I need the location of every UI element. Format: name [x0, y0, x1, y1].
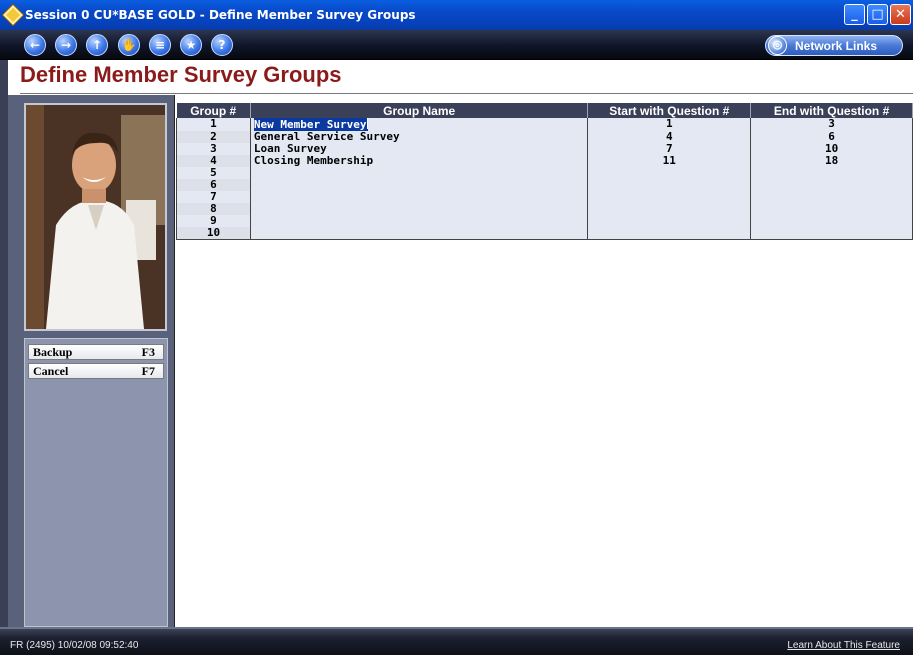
- col-header-group-name: Group Name: [250, 103, 589, 118]
- group-number: 10: [176, 227, 251, 240]
- session-status: FR (2495) 10/02/08 09:52:40: [10, 640, 139, 651]
- table-row: 10: [176, 227, 913, 240]
- cancel-key: F7: [141, 363, 155, 378]
- forward-arrow-icon[interactable]: →: [55, 34, 77, 56]
- backup-label: Backup: [33, 344, 73, 359]
- network-links-button[interactable]: ◎ Network Links: [765, 35, 903, 56]
- start-question-field[interactable]: [587, 179, 752, 191]
- start-question-field[interactable]: [587, 191, 752, 203]
- minimize-button[interactable]: _: [844, 4, 865, 25]
- stop-hand-icon[interactable]: ✋: [118, 34, 140, 56]
- person-photo: [24, 103, 167, 331]
- globe-icon: ◎: [768, 36, 787, 55]
- col-header-end-question: End with Question #: [750, 103, 913, 118]
- window-left-edge: [0, 60, 8, 655]
- table-row: 4 Closing Membership 11 18: [176, 155, 913, 167]
- group-name-field[interactable]: Closing Membership: [250, 155, 589, 167]
- end-question-field[interactable]: [750, 227, 913, 240]
- start-question-field[interactable]: 11: [587, 155, 752, 167]
- table-row: 6: [176, 179, 913, 191]
- end-question-field[interactable]: [750, 215, 913, 227]
- group-name-field[interactable]: [250, 167, 589, 179]
- end-question-field[interactable]: 18: [750, 155, 913, 167]
- help-icon[interactable]: ?: [211, 34, 233, 56]
- start-question-field[interactable]: [587, 167, 752, 179]
- group-name-field[interactable]: [250, 227, 589, 240]
- survey-groups-table: Group # Group Name Start with Question #…: [176, 103, 913, 240]
- cancel-label: Cancel: [33, 363, 69, 378]
- col-header-group: Group #: [176, 103, 251, 118]
- back-arrow-icon[interactable]: ←: [24, 34, 46, 56]
- toolbar: ← → ↑ ✋ ≡ ★ ? ◎ Network Links: [0, 30, 913, 60]
- start-question-field[interactable]: [587, 215, 752, 227]
- table-row: 7: [176, 191, 913, 203]
- backup-key: F3: [141, 344, 155, 359]
- network-links-label: Network Links: [795, 38, 878, 53]
- col-header-start-question: Start with Question #: [587, 103, 752, 118]
- table-row: 8: [176, 203, 913, 215]
- start-question-field[interactable]: [587, 227, 752, 240]
- end-question-field[interactable]: [750, 191, 913, 203]
- page-title: Define Member Survey Groups: [20, 62, 342, 87]
- backup-button[interactable]: Backup F3: [28, 344, 164, 360]
- start-question-field[interactable]: [587, 203, 752, 215]
- end-question-field[interactable]: [750, 203, 913, 215]
- maximize-button[interactable]: □: [867, 4, 888, 25]
- app-icon: [3, 5, 23, 25]
- table-row: 5: [176, 167, 913, 179]
- window-title: Session 0 CU*BASE GOLD - Define Member S…: [25, 8, 416, 22]
- title-bar: Session 0 CU*BASE GOLD - Define Member S…: [0, 0, 913, 30]
- window-controls: _ □ ✕: [844, 4, 911, 25]
- cancel-button[interactable]: Cancel F7: [28, 363, 164, 379]
- up-arrow-icon[interactable]: ↑: [86, 34, 108, 56]
- end-question-field[interactable]: [750, 179, 913, 191]
- print-icon[interactable]: ≡: [149, 34, 171, 56]
- close-button[interactable]: ✕: [890, 4, 911, 25]
- group-name-field[interactable]: [250, 179, 589, 191]
- table-row: 9: [176, 215, 913, 227]
- favorites-star-icon[interactable]: ★: [180, 34, 202, 56]
- group-name-field[interactable]: [250, 191, 589, 203]
- header-divider: [20, 93, 913, 94]
- learn-about-feature-link[interactable]: Learn About This Feature: [787, 640, 900, 651]
- group-name-field[interactable]: [250, 203, 589, 215]
- command-panel: Backup F3 Cancel F7: [24, 338, 168, 627]
- group-name-field[interactable]: [250, 215, 589, 227]
- end-question-field[interactable]: [750, 167, 913, 179]
